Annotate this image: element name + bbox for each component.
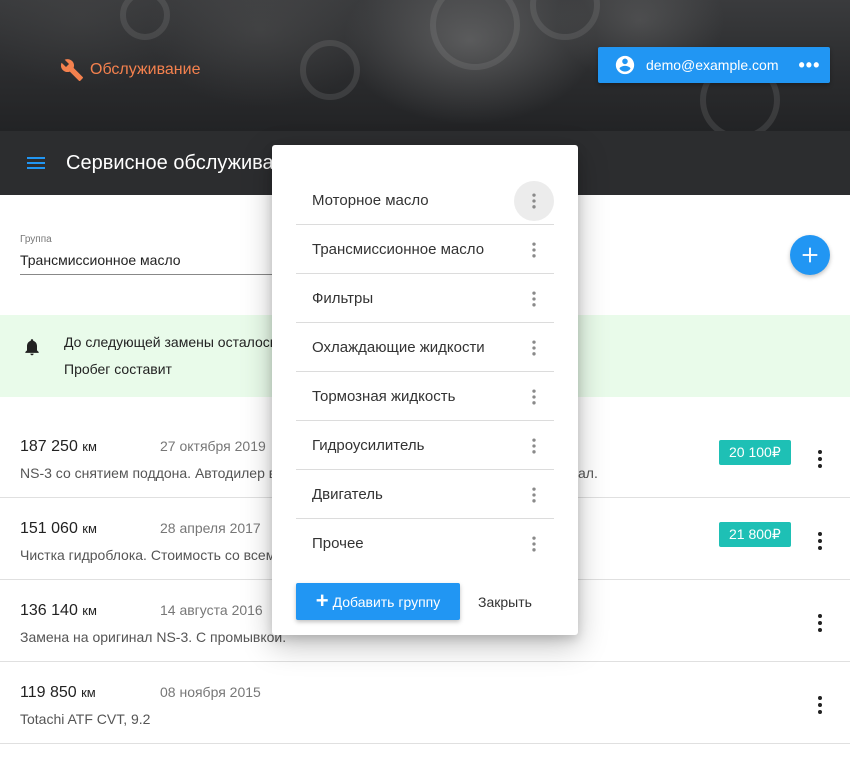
record-description-tail: ал. <box>578 465 598 481</box>
more-vertical-icon[interactable] <box>808 529 832 553</box>
more-vertical-icon[interactable] <box>514 328 554 368</box>
group-item-label: Прочее <box>312 535 364 552</box>
dialog-group-item[interactable]: Гидроусилитель <box>296 421 554 470</box>
group-item-label: Гидроусилитель <box>312 437 425 454</box>
brand-label: Обслуживание <box>90 61 201 78</box>
group-item-label: Двигатель <box>312 486 383 503</box>
record-date: 14 августа 2016 <box>160 602 263 618</box>
page-title: Сервисное обслуживание <box>66 151 276 174</box>
more-vertical-icon[interactable] <box>514 279 554 319</box>
list-item[interactable]: 119 850 км 08 ноября 2015 Totachi ATF CV… <box>0 662 850 744</box>
record-mileage: 119 850 км <box>20 684 96 701</box>
record-mileage: 151 060 км <box>20 520 97 537</box>
dialog-group-item[interactable]: Фильтры <box>296 274 554 323</box>
record-description: NS-3 со снятием поддона. Автодилер в <box>20 465 277 481</box>
dialog-group-item[interactable]: Тормозная жидкость <box>296 372 554 421</box>
wrench-icon <box>60 59 83 81</box>
group-select[interactable]: Группа Трансмиссионное масло <box>20 234 275 275</box>
record-mileage: 187 250 км <box>20 438 97 455</box>
account-circle-icon <box>615 55 635 75</box>
more-vertical-icon[interactable] <box>808 447 832 471</box>
dialog-group-item[interactable]: Двигатель <box>296 470 554 519</box>
plus-icon: + <box>315 587 329 613</box>
user-email: demo@example.com <box>646 57 779 73</box>
add-group-button[interactable]: + Добавить группу <box>296 583 460 620</box>
brand-link[interactable]: Обслуживание <box>60 58 200 82</box>
more-horizontal-icon: ••• <box>798 55 821 75</box>
dialog-group-item[interactable]: Моторное масло <box>296 176 554 225</box>
dialog-group-item[interactable]: Трансмиссионное масло <box>296 225 554 274</box>
hamburger-menu-icon[interactable] <box>24 151 48 175</box>
plus-icon <box>802 247 818 263</box>
record-description: Замена на оригинал NS-3. С промывкой. <box>20 629 287 645</box>
more-vertical-icon[interactable] <box>514 377 554 417</box>
more-vertical-icon[interactable] <box>514 230 554 270</box>
record-description: Totachi ATF CVT, 9.2 <box>20 711 151 727</box>
dialog-group-item[interactable]: Охлаждающие жидкости <box>296 323 554 372</box>
add-group-label: Добавить группу <box>332 593 441 610</box>
group-item-label: Тормозная жидкость <box>312 388 456 405</box>
notice-mileage: Пробег составит <box>64 361 172 377</box>
record-date: 27 октября 2019 <box>160 438 266 454</box>
user-menu-button[interactable]: demo@example.com ••• <box>598 47 830 83</box>
group-dialog: Моторное масло Трансмиссионное масло Фил… <box>272 145 578 635</box>
more-vertical-icon[interactable] <box>514 426 554 466</box>
more-vertical-icon[interactable] <box>514 524 554 564</box>
group-item-label: Фильтры <box>312 290 374 307</box>
record-date: 08 ноября 2015 <box>160 684 261 700</box>
more-vertical-icon[interactable] <box>514 181 554 221</box>
record-date: 28 апреля 2017 <box>160 520 261 536</box>
group-select-label: Группа <box>20 234 52 245</box>
close-button[interactable]: Закрыть <box>478 594 532 610</box>
header-banner: Обслуживание demo@example.com ••• <box>0 0 850 131</box>
group-select-value: Трансмиссионное масло <box>20 252 275 275</box>
bell-icon <box>25 339 39 356</box>
more-vertical-icon[interactable] <box>808 693 832 717</box>
record-mileage: 136 140 км <box>20 602 97 619</box>
record-description: Чистка гидроблока. Стоимость со всем <box>20 547 276 563</box>
add-record-button[interactable] <box>790 235 830 275</box>
more-vertical-icon[interactable] <box>514 475 554 515</box>
price-badge: 20 100₽ <box>719 440 791 465</box>
notice-next-change: До следующей замены осталось <box>64 334 278 350</box>
more-vertical-icon[interactable] <box>808 611 832 635</box>
price-badge: 21 800₽ <box>719 522 791 547</box>
group-item-label: Моторное масло <box>312 192 429 209</box>
group-item-label: Охлаждающие жидкости <box>312 339 485 356</box>
group-item-label: Трансмиссионное масло <box>312 241 485 258</box>
dialog-group-item[interactable]: Прочее <box>296 519 554 568</box>
